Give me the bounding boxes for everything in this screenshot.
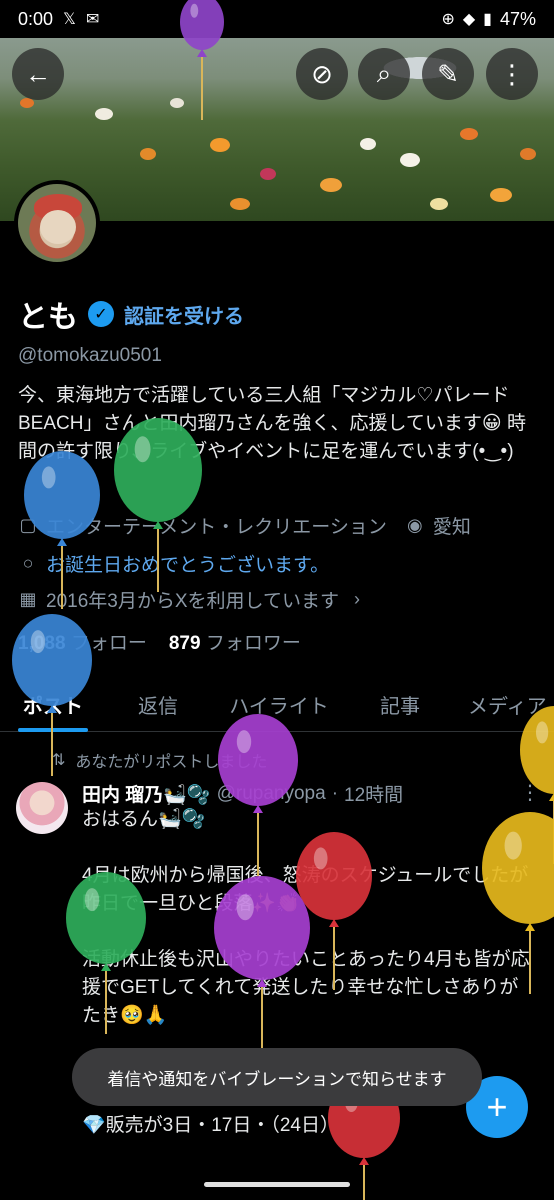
following-label: フォロー — [70, 633, 147, 654]
get-verified-link[interactable]: 認証を受ける — [124, 300, 244, 329]
repost-icon: ⇅ — [52, 752, 66, 769]
post-text[interactable]: おはるん🛀🫧 4月は欧州から帰国後、怒涛のスケジュールでしたが昨日で一旦ひと段落… — [82, 806, 537, 1030]
x-logo-icon: 𝕏 — [63, 11, 76, 28]
chevron-right-icon: › — [353, 589, 360, 609]
tab-media-label: メディア — [468, 696, 547, 718]
post-author-handle[interactable]: @rupanyopa — [217, 783, 326, 805]
tab-media[interactable]: メディア — [468, 680, 554, 731]
tab-active-indicator — [18, 728, 88, 732]
mute-icon[interactable]: ⊘ — [296, 48, 348, 100]
location-pin-icon: ◉ — [407, 515, 423, 535]
display-name: とも — [18, 301, 78, 334]
tab-replies-label: 返信 — [138, 696, 178, 718]
tab-posts[interactable]: ポスト — [18, 680, 88, 732]
post-author-avatar[interactable] — [16, 782, 68, 834]
search-icon[interactable]: ⌕ — [358, 48, 410, 100]
following-count: 1,088 — [18, 633, 66, 654]
follow-stats: 1,088 フォロー 879 フォロワー — [18, 628, 301, 655]
repost-indicator[interactable]: ⇅ あなたがリポストしました — [52, 748, 267, 772]
post-header: 田内 瑠乃🛀🫧 @rupanyopa · 12時間 — [82, 780, 403, 807]
mail-icon: ✉ — [85, 11, 100, 28]
name-row: とも ✓ 認証を受ける — [18, 292, 244, 336]
vibration-toast: 着信や通知をバイブレーションで知らせます — [72, 1048, 482, 1106]
wifi-icon: ◆ — [462, 11, 476, 28]
birthday-row: ○ お誕生日おめでとうございます。 — [18, 550, 330, 577]
gesture-bar[interactable] — [204, 1182, 350, 1187]
followers-link[interactable]: 879 フォロワー — [169, 628, 301, 655]
verified-badge-icon[interactable]: ✓ — [88, 301, 114, 327]
edit-icon[interactable]: ✎ — [422, 48, 474, 100]
category-location-row: ▢ エンターテーメント・レクリエーション ◉ 愛知 — [18, 512, 471, 539]
profile-location: 愛知 — [432, 517, 471, 538]
profile-category: エンターテーメント・レクリエーション — [46, 517, 387, 538]
post-author-name[interactable]: 田内 瑠乃🛀🫧 — [82, 780, 211, 807]
user-handle: @tomokazu0501 — [18, 345, 162, 366]
tab-articles-label: 記事 — [380, 696, 420, 718]
profile-tabs: ポスト 返信 ハイライト 記事 メディア — [0, 680, 554, 732]
more-vertical-icon[interactable]: ⋮ — [486, 48, 538, 100]
tab-highlights-label: ハイライト — [229, 696, 329, 718]
profile-bio: 今、東海地方で活躍している三人組「マジカル♡パレードBEACH」さんと田内瑠乃さ… — [18, 385, 526, 462]
calendar-icon: ▦ — [19, 589, 37, 609]
joined-row[interactable]: ▦ 2016年3月からXを利用しています › — [18, 586, 367, 613]
back-arrow-icon[interactable]: ← — [12, 48, 64, 100]
battery-percent: 47% — [499, 8, 536, 29]
clock: 0:00 — [18, 8, 54, 29]
repost-text: あなたがリポストしました — [75, 754, 268, 771]
tab-articles[interactable]: 記事 — [378, 680, 422, 731]
briefcase-icon: ▢ — [19, 515, 37, 535]
joined-date: 2016年3月からXを利用しています — [46, 591, 339, 612]
tab-posts-label: ポスト — [23, 696, 83, 718]
data-saver-icon: ⊕ — [441, 11, 455, 28]
tab-highlights[interactable]: ハイライト — [224, 680, 334, 731]
tab-replies[interactable]: 返信 — [136, 680, 180, 731]
following-link[interactable]: 1,088 フォロー — [18, 628, 147, 655]
followers-label: フォロワー — [205, 633, 301, 654]
profile-avatar[interactable] — [14, 180, 100, 266]
status-bar: 0:00 𝕏 ✉ ⊕ ◆ ▮ 47% — [0, 0, 554, 38]
birthday-message[interactable]: お誕生日おめでとうございます。 — [46, 550, 329, 577]
post-more-icon[interactable]: ⋮ — [520, 780, 540, 805]
followers-count: 879 — [168, 633, 201, 654]
balloon-icon: ○ — [22, 553, 34, 573]
battery-icon: ▮ — [483, 11, 492, 28]
post-time: 12時間 — [344, 785, 404, 806]
